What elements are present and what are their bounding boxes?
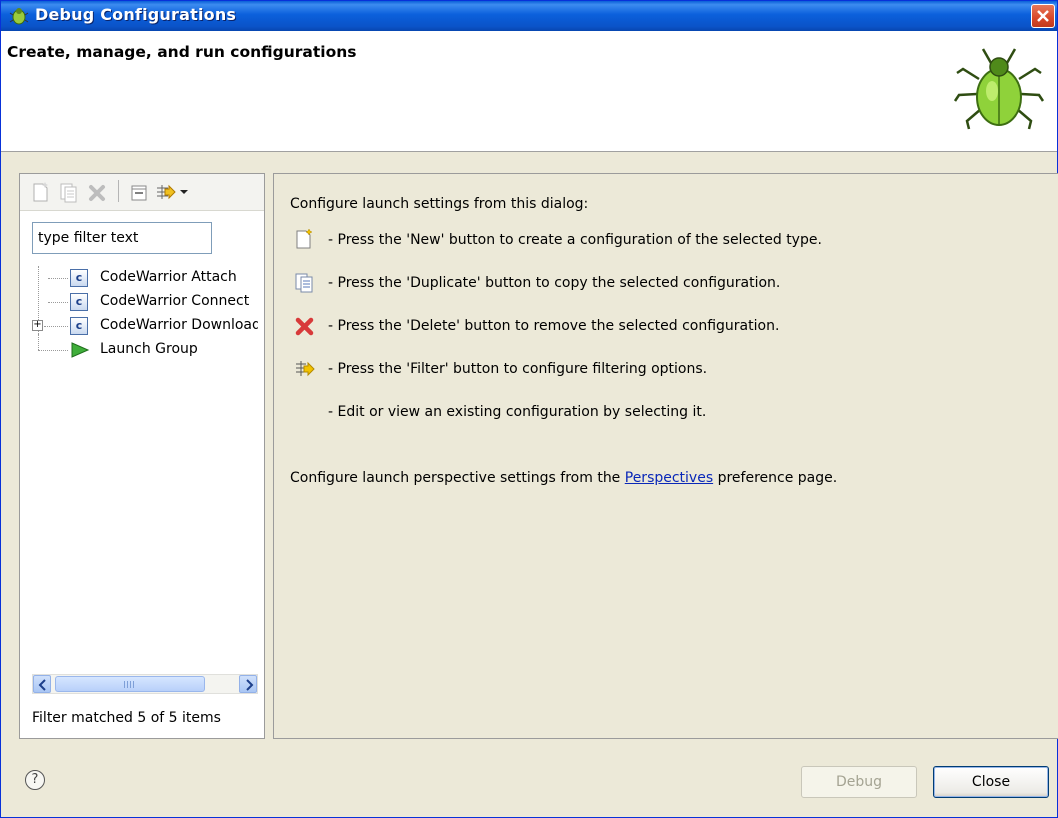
tree-item-label: Launch Group	[100, 341, 198, 357]
duplicate-button[interactable]	[58, 180, 80, 204]
perspective-suffix: preference page.	[713, 470, 838, 486]
new-config-icon	[33, 182, 48, 202]
configuration-list-panel: c CodeWarrior Attach c CodeWarrior Conne…	[19, 173, 265, 739]
scroll-thumb[interactable]	[55, 676, 205, 692]
filter-status-text: Filter matched 5 of 5 items	[32, 710, 221, 726]
horizontal-scrollbar[interactable]	[32, 674, 258, 694]
tree-item-codewarrior-attach[interactable]: c CodeWarrior Attach	[20, 266, 264, 290]
filter-text-input[interactable]	[32, 222, 212, 254]
window-close-button[interactable]	[1031, 4, 1055, 28]
collapse-all-icon	[131, 185, 147, 201]
filter-icon	[157, 184, 176, 200]
perspective-prefix: Configure launch perspective settings fr…	[290, 470, 625, 486]
perspective-settings-text: Configure launch perspective settings fr…	[290, 470, 837, 486]
header-banner: Create, manage, and run configurations	[1, 31, 1057, 152]
chevron-down-icon	[180, 190, 188, 194]
new-configuration-button[interactable]	[30, 180, 52, 204]
tree-item-label: CodeWarrior Attach	[100, 269, 237, 285]
toolbar-separator	[118, 180, 119, 202]
tree-item-label: CodeWarrior Download	[100, 317, 258, 333]
close-button[interactable]: Close	[933, 766, 1049, 798]
instruction-edit: - Edit or view an existing configuration…	[328, 404, 707, 420]
instruction-new: - Press the 'New' button to create a con…	[328, 232, 822, 248]
banner-heading: Create, manage, and run configurations	[7, 43, 357, 61]
tree-item-codewarrior-connect[interactable]: c CodeWarrior Connect	[20, 290, 264, 314]
view-menu-dropdown[interactable]	[178, 180, 190, 204]
bug-icon	[953, 48, 1045, 130]
intro-text: Configure launch settings from this dial…	[290, 196, 589, 212]
delete-button[interactable]	[86, 180, 108, 204]
duplicate-icon	[60, 183, 77, 203]
collapse-all-button[interactable]	[128, 180, 150, 204]
instruction-filter: - Press the 'Filter' button to configure…	[328, 361, 708, 377]
c-config-icon: c	[70, 269, 88, 287]
filter-button[interactable]	[154, 180, 176, 204]
title-bar[interactable]: Debug Configurations	[1, 1, 1057, 31]
c-config-icon: c	[70, 293, 88, 311]
debug-button[interactable]: Debug	[801, 766, 917, 798]
delete-icon	[295, 317, 314, 336]
chevron-left-icon	[38, 679, 46, 691]
expand-toggle[interactable]: +	[32, 320, 43, 331]
new-config-icon	[296, 228, 313, 249]
help-icon[interactable]: ?	[25, 770, 45, 790]
duplicate-icon	[295, 273, 313, 293]
chevron-right-icon	[246, 679, 254, 691]
c-config-icon: c	[70, 317, 88, 335]
tree-item-codewarrior-download[interactable]: + c CodeWarrior Download	[20, 314, 264, 338]
instruction-duplicate: - Press the 'Duplicate' button to copy t…	[328, 275, 781, 291]
instruction-delete: - Press the 'Delete' button to remove th…	[328, 318, 780, 334]
scroll-right-button[interactable]	[239, 675, 257, 693]
window-title: Debug Configurations	[35, 5, 237, 24]
close-icon	[1037, 10, 1049, 22]
configuration-info-panel: Configure launch settings from this dial…	[273, 173, 1058, 739]
debug-configurations-dialog: Debug Configurations Create, manage, and…	[0, 0, 1058, 818]
debug-bug-icon	[9, 8, 29, 25]
perspectives-link[interactable]: Perspectives	[625, 470, 713, 486]
filter-icon	[296, 361, 315, 377]
tree-item-launch-group[interactable]: Launch Group	[20, 338, 264, 362]
tree-item-label: CodeWarrior Connect	[100, 293, 250, 309]
delete-icon	[89, 185, 105, 201]
launch-config-toolbar	[20, 174, 264, 211]
launch-group-icon	[71, 342, 90, 358]
scroll-left-button[interactable]	[33, 675, 51, 693]
